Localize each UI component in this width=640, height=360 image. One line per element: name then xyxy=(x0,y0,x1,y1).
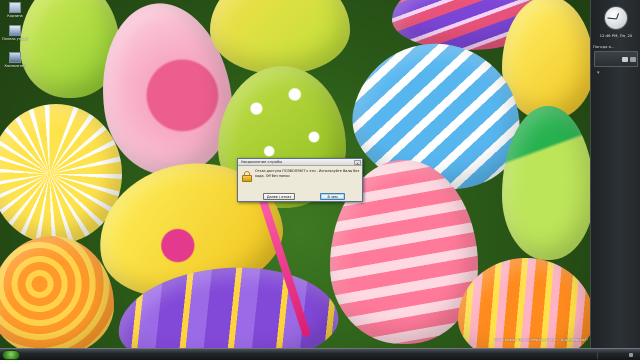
weather-gadget[interactable] xyxy=(594,51,638,67)
gadget-icon[interactable] xyxy=(622,57,628,62)
lock-icon xyxy=(242,171,252,182)
wallpaper-egg xyxy=(210,0,350,74)
desktop-icon-recycle-bin[interactable]: Корзина xyxy=(2,2,28,18)
gadget-settings-icon[interactable] xyxy=(630,57,636,62)
taskbar xyxy=(0,348,640,360)
chevron-down-icon[interactable]: ▾ xyxy=(597,70,600,76)
desktop-icon-label: Панель управления xyxy=(2,37,28,41)
control-panel-icon xyxy=(9,25,21,36)
start-orb-icon[interactable] xyxy=(2,350,20,360)
clock-time-text: 12:46 PM, Пн, 20 xyxy=(599,33,633,38)
tray-icon[interactable] xyxy=(629,353,633,357)
cancel-button[interactable]: Далее / отказ xyxy=(263,193,295,200)
wallpaper-caption: Фотографии ТЕ1 Колледжа и Фейт: "Дизайне… xyxy=(494,338,588,342)
desktop-icon-label: Корзина xyxy=(7,14,23,18)
wallpaper-egg xyxy=(0,236,114,348)
clock-gadget[interactable] xyxy=(604,6,628,30)
ok-button[interactable]: В чем xyxy=(320,193,345,200)
computer-icon xyxy=(9,52,21,63)
lock-body xyxy=(242,175,252,182)
desktop-icon-computer[interactable]: Компьютер xyxy=(2,52,28,68)
desktop-icon-label: Компьютер xyxy=(4,64,26,68)
close-button[interactable]: × xyxy=(354,160,361,166)
gadget-title[interactable]: Погода в... xyxy=(593,44,639,49)
dialog-title: Уведомление службы xyxy=(241,160,283,164)
recycle-bin-icon xyxy=(9,2,21,13)
desktop-icon-control-panel[interactable]: Панель управления xyxy=(2,25,28,41)
dialog-titlebar[interactable]: Уведомление службы × xyxy=(238,159,362,166)
clock-minute-hand xyxy=(607,17,617,20)
security-dialog: Уведомление службы × Отказ доступа ПОЗВО… xyxy=(237,158,363,202)
system-tray xyxy=(597,351,637,359)
gadget-sidebar: 12:46 PM, Пн, 20 Погода в... ▾ xyxy=(590,0,640,348)
dialog-message: Отказ доступа ПОЗВОЛЯЮТ к эти - Использу… xyxy=(255,169,360,178)
